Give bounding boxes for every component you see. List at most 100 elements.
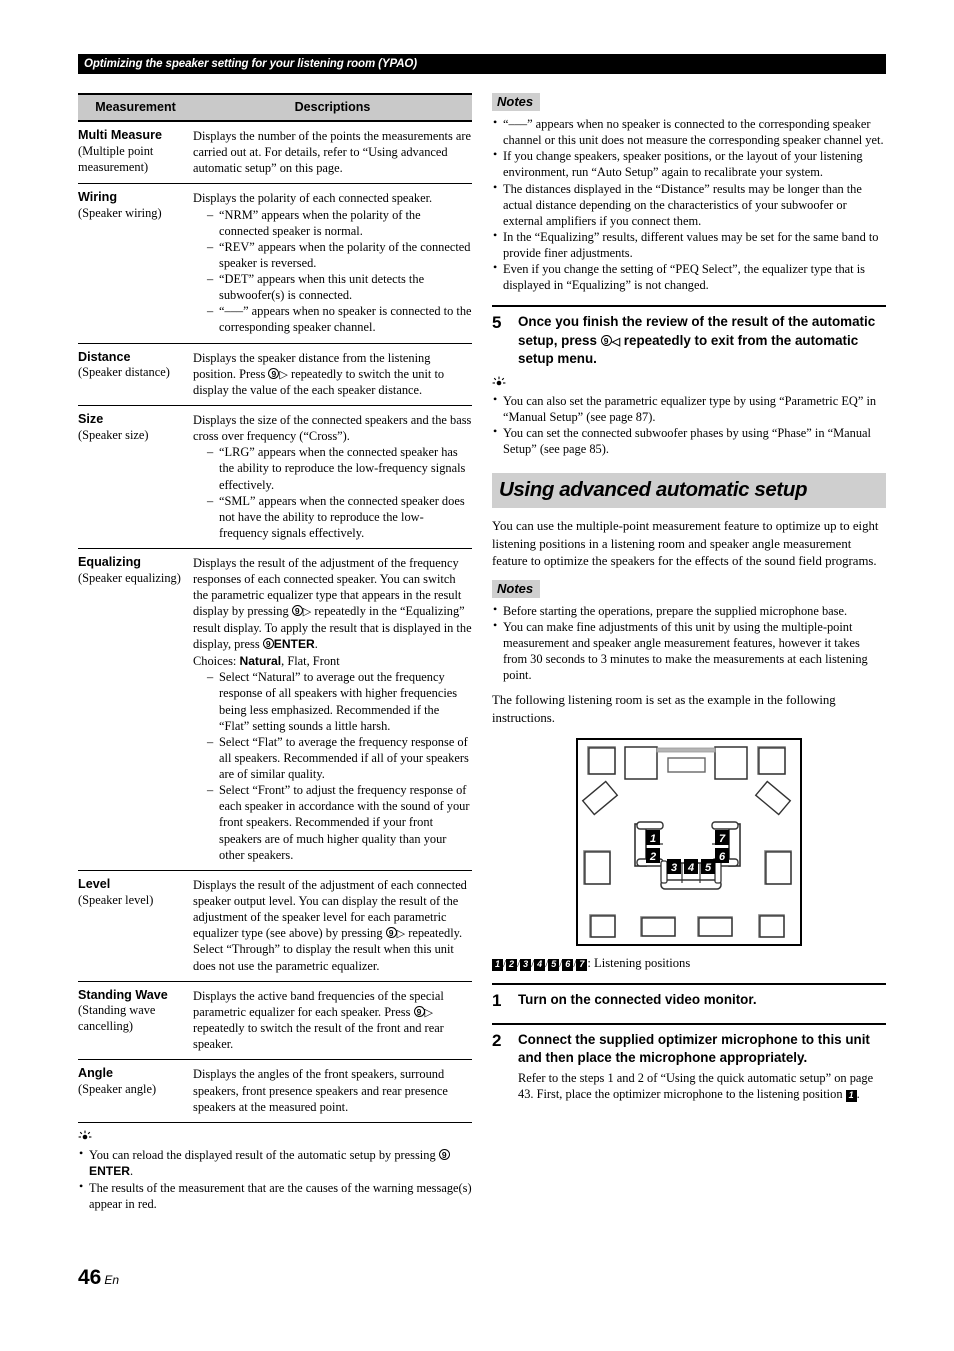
step-description: Refer to the steps 1 and 2 of “Using the… [518,1070,886,1103]
list-item: Even if you change the setting of “PEQ S… [492,260,886,293]
enter-button-label: ENTER [273,636,315,651]
table-row: Distance (Speaker distance) Displays the… [78,343,472,407]
row-description-cell: Displays the result of the adjustment of… [193,548,472,871]
step-number: 5 [492,313,502,333]
legend-chip-6: 6 [562,958,574,971]
legend-chip-3: 3 [520,958,532,971]
notes-list: “–––” appears when no speaker is connect… [492,115,886,293]
step-5: 5 Once you finish the review of the resu… [492,305,886,369]
list-item: Select “Front” to adjust the frequency r… [207,782,472,863]
row-label-cell: Level (Speaker level) [78,870,193,982]
list-item: You can also set the parametric equalize… [492,392,886,425]
table-row: Level (Speaker level) Displays the resul… [78,870,472,982]
section-intro: You can use the multiple-point measureme… [492,519,879,569]
description-text: Displays the number of the points the me… [193,129,472,176]
step-title: Connect the supplied optimizer microphon… [518,1031,870,1066]
tip-text: You can reload the displayed result of t… [89,1147,439,1162]
row-label-cell: Angle (Speaker angle) [78,1059,193,1123]
description-list: Select “Natural” to average out the freq… [193,669,472,863]
step-body: Connect the supplied optimizer microphon… [518,1031,886,1103]
table-row: Standing Wave (Standing wave cancelling)… [78,981,472,1061]
section-notes-list: Before starting the operations, prepare … [492,602,886,684]
choices-line: Choices: Natural, Flat, Front [193,653,472,670]
column-header-measurement: Measurement [78,93,193,122]
row-label-cell: Standing Wave (Standing wave cancelling) [78,981,193,1061]
list-item: You can reload the displayed result of t… [78,1146,472,1180]
step-description-text-end: . [856,1087,860,1102]
table-row: Multi Measure (Multiple point measuremen… [78,121,472,185]
legend-chip-7: 7 [576,958,588,971]
measurement-name: Equalizing [78,555,141,570]
triangle-right-icon: ▷ [302,606,312,619]
measurement-table: Measurement Descriptions Multi Measure (… [78,93,472,1123]
row-label-cell: Size (Speaker size) [78,405,193,550]
circled-nine-icon: 9 [262,637,274,649]
measurement-name: Level [78,876,111,891]
triangle-right-icon: ▷ [279,368,288,381]
list-item: You can make fine adjustments of this un… [492,618,886,684]
measurement-subtitle: (Speaker wiring) [78,206,162,221]
row-description-cell: Displays the result of the adjustment of… [193,870,472,982]
measurement-subtitle: (Speaker size) [78,427,149,442]
step-number: 1 [492,991,502,1011]
list-item: If you change speakers, speaker position… [492,147,886,180]
measurement-subtitle: (Speaker distance) [78,365,170,380]
measurement-subtitle: (Standing wave cancelling) [78,1003,156,1034]
measurement-subtitle: (Speaker angle) [78,1082,157,1097]
circled-nine-icon: 9 [385,927,397,939]
position-chip-2: 2 [646,847,660,863]
measurement-name: Wiring [78,190,118,205]
room-diagram-svg: 1 2 3 4 5 6 7 [576,737,802,946]
step-body: Turn on the connected video monitor. [518,991,886,1011]
list-item: The results of the measurement that are … [78,1179,472,1212]
table-row: Size (Speaker size) Displays the size of… [78,405,472,550]
tip-bulb-icon [492,376,886,391]
row-label-cell: Multi Measure (Multiple point measuremen… [78,121,193,185]
table-body: Multi Measure (Multiple point measuremen… [78,121,472,1123]
description-text: Displays the active band frequencies of … [193,988,444,1019]
tip-bulb-icon [78,1130,472,1145]
list-item: “DET” appears when this unit detects the… [207,271,472,303]
page-number: 46 [78,1266,102,1289]
tip-text-end: . [130,1163,134,1178]
description-text-end: . [314,636,318,651]
row-description-cell: Displays the angles of the front speaker… [193,1059,472,1123]
list-item: Select “Natural” to average out the freq… [207,669,472,734]
measurement-name: Size [78,412,104,427]
svg-text:6: 6 [719,851,726,863]
step-title: Turn on the connected video monitor. [518,992,757,1008]
diagram-legend: 1/2/3/4/5/6/7: Listening positions [492,955,886,971]
table-row: Wiring (Speaker wiring) Displays the pol… [78,183,472,344]
page-folio: 46 En [78,1266,119,1290]
triangle-right-icon: ▷ [424,1006,433,1019]
table-row: Angle (Speaker angle) Displays the angle… [78,1059,472,1123]
list-item: You can set the connected subwoofer phas… [492,424,886,457]
position-chip-6: 6 [715,847,729,863]
row-description-cell: Displays the size of the connected speak… [193,405,472,550]
step5-tip-list: You can also set the parametric equalize… [492,392,886,458]
svg-text:5: 5 [705,862,712,874]
position-chip-4: 4 [684,858,698,874]
right-column: Notes “–––” appears when no speaker is c… [492,93,886,1103]
description-text: Displays the polarity of each connected … [193,191,433,206]
notes-label: Notes [492,93,541,111]
table-row: Equalizing (Speaker equalizing) Displays… [78,548,472,871]
step-title: Once you finish the review of the result… [518,313,886,369]
list-item: “REV” appears when the polarity of the c… [207,239,472,271]
legend-chip-4: 4 [534,958,546,971]
notes-label: Notes [492,579,541,598]
measurement-name: Angle [78,1066,113,1081]
list-item: “NRM” appears when the polarity of the c… [207,207,472,239]
step-2: 2 Connect the supplied optimizer microph… [492,1022,886,1103]
list-item: Before starting the operations, prepare … [492,602,886,619]
circled-nine-icon: 9 [268,367,280,379]
measurement-name: Distance [78,349,131,364]
triangle-left-icon: ◁ [611,335,621,348]
row-label-cell: Distance (Speaker distance) [78,343,193,407]
table-head: Measurement Descriptions [78,93,472,122]
row-description-cell: Displays the speaker distance from the l… [193,343,472,407]
measurement-name: Multi Measure [78,128,162,142]
choices-label: Choices: [193,653,240,668]
legend-chip-5: 5 [548,958,560,971]
svg-text:4: 4 [687,862,694,874]
